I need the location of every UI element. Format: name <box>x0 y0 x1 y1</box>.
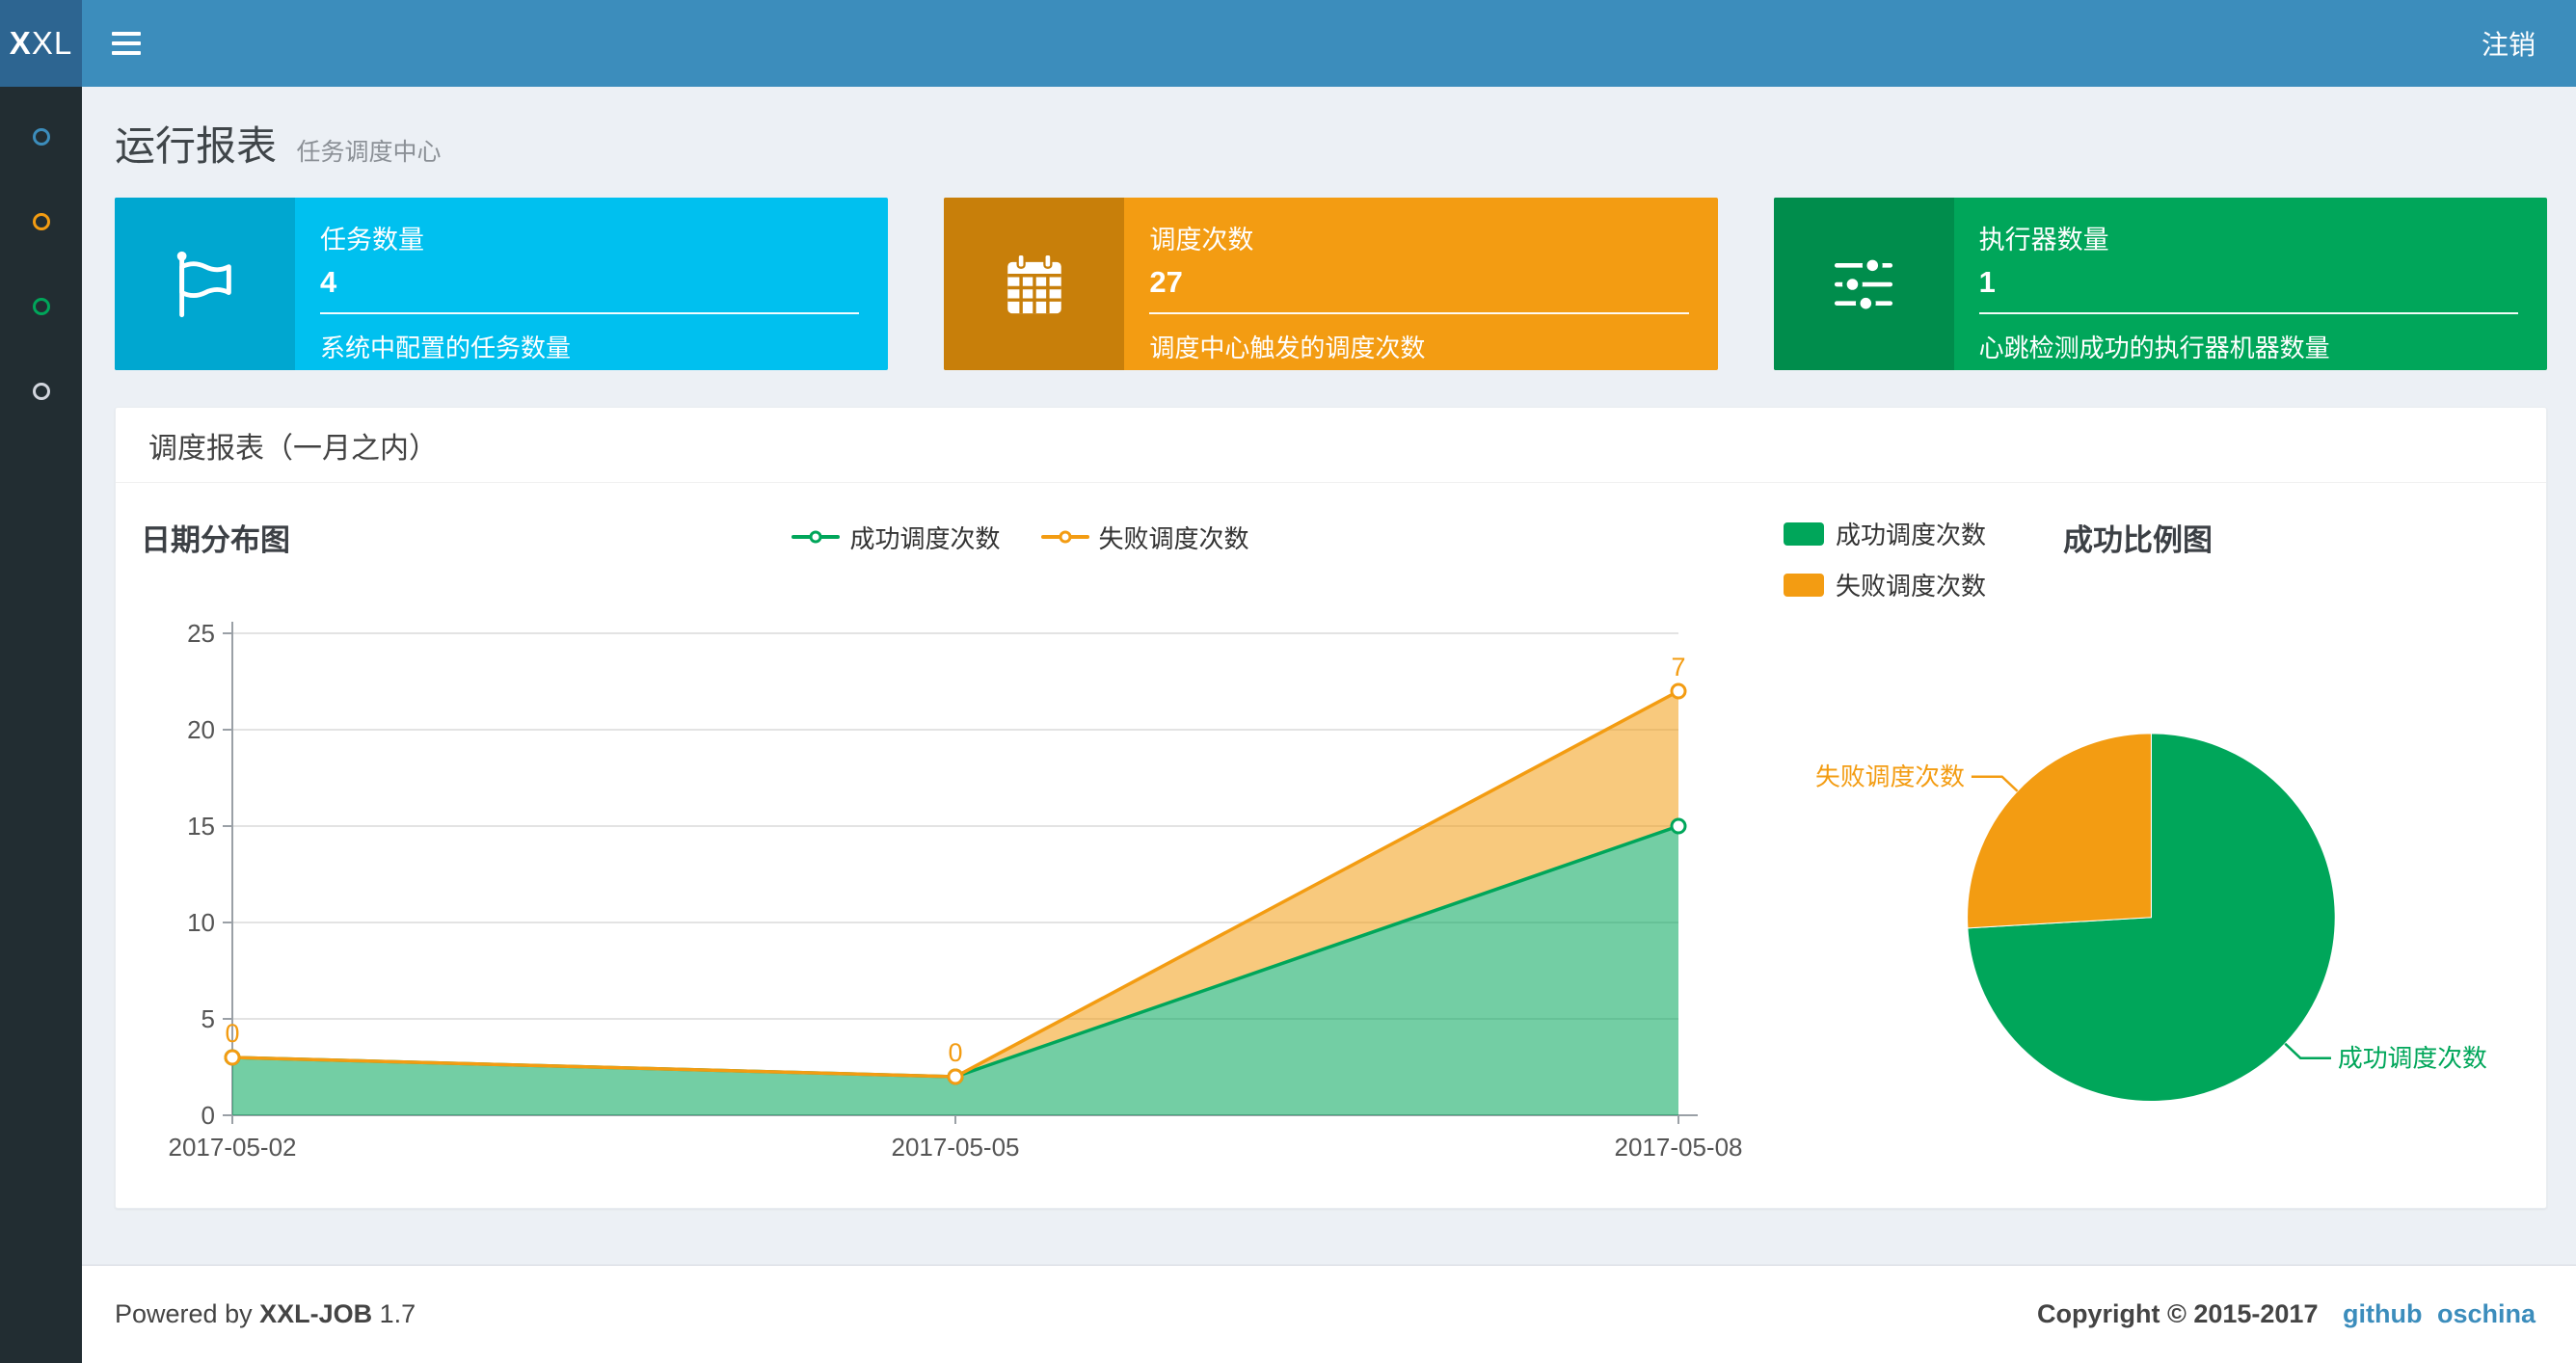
legend-item-fail[interactable]: 失败调度次数 <box>1784 567 1986 602</box>
svg-text:0: 0 <box>948 1038 962 1067</box>
footer-powered-by: Powered by XXL-JOB 1.7 <box>115 1299 416 1328</box>
svg-text:0: 0 <box>201 1101 215 1130</box>
legend-label: 失败调度次数 <box>1098 523 1249 553</box>
version: 1.7 <box>379 1299 416 1328</box>
success-ratio-chart-block: 成功调度次数 失败调度次数 成功比例图 成功调度次数 失败调度次数 <box>1751 508 2527 1183</box>
panel-title: 调度报表（一月之内） <box>116 408 2546 483</box>
pie-chart-legend: 成功调度次数 失败调度次数 <box>1784 516 1986 602</box>
svg-text:0: 0 <box>225 1019 239 1048</box>
svg-text:5: 5 <box>201 1004 215 1033</box>
svg-text:失败调度次数: 失败调度次数 <box>1815 763 1965 791</box>
brand-name: XXL-JOB <box>259 1299 373 1328</box>
content-header: 运行报表 任务调度中心 <box>82 87 2576 190</box>
legend-label: 成功调度次数 <box>849 523 1001 553</box>
sidebar <box>0 87 82 1363</box>
info-box-desc: 心跳检测成功的执行器机器数量 <box>1978 334 2330 362</box>
info-box-executors: 执行器数量 1 心跳检测成功的执行器机器数量 <box>1773 198 2547 370</box>
info-box-number: 1 <box>1978 265 1996 299</box>
divider <box>320 312 860 314</box>
circle-icon <box>32 383 50 400</box>
footer: Powered by XXL-JOB 1.7 Copyright © 2015-… <box>82 1265 2576 1363</box>
info-box-title: 执行器数量 <box>1978 226 2109 254</box>
svg-text:15: 15 <box>187 812 215 841</box>
svg-text:2017-05-08: 2017-05-08 <box>1615 1133 1743 1162</box>
oschina-link[interactable]: oschina <box>2437 1299 2536 1328</box>
github-link[interactable]: github <box>2343 1299 2422 1328</box>
line-marker-icon <box>1040 529 1089 545</box>
swatch-icon <box>1784 521 1824 546</box>
sliders-icon <box>1773 198 1954 370</box>
legend-item-success[interactable]: 成功调度次数 <box>1784 516 1986 551</box>
sidebar-item-1[interactable] <box>0 94 82 179</box>
top-navbar: X XL 注销 <box>0 0 2576 87</box>
sidebar-item-3[interactable] <box>0 264 82 349</box>
calendar-icon <box>944 198 1125 370</box>
info-box-desc: 调度中心触发的调度次数 <box>1149 334 1426 362</box>
stacked-area-chart: 05101520252017-05-02 2017-05-05 2017-05-08… <box>169 619 1743 1162</box>
panel-body: 日期分布图 成功调度次数 失败调度次数 0 5 10 15 20 25 2017… <box>116 483 2546 1208</box>
swatch-icon <box>1784 573 1824 597</box>
info-box-number: 27 <box>1149 265 1183 299</box>
main-content: 运行报表 任务调度中心 任务数量 4 系统中配置的任务数量 调度次数 27 调度… <box>82 87 2576 1363</box>
info-box-body: 执行器数量 1 心跳检测成功的执行器机器数量 <box>1954 198 2547 370</box>
legend-label: 失败调度次数 <box>1836 572 1987 601</box>
legend-item-fail[interactable]: 失败调度次数 <box>1040 520 1249 555</box>
svg-text:25: 25 <box>187 619 215 648</box>
logo-text-bold: X <box>9 25 32 61</box>
info-box-desc: 系统中配置的任务数量 <box>320 334 572 362</box>
divider <box>1978 312 2518 314</box>
circle-icon <box>32 298 50 315</box>
pie-chart-title: 成功比例图 <box>2063 523 2214 557</box>
svg-text:7: 7 <box>1671 653 1685 682</box>
line-marker-icon <box>792 529 841 545</box>
svg-text:2017-05-02: 2017-05-02 <box>169 1133 297 1162</box>
pie-chart-header: 成功调度次数 失败调度次数 成功比例图 <box>1751 508 2527 602</box>
info-box-title: 任务数量 <box>320 226 424 254</box>
logo-text: XL <box>31 25 73 61</box>
circle-icon <box>32 128 50 146</box>
sidebar-item-4[interactable] <box>0 349 82 434</box>
footer-copyright: Copyright © 2015-2017 github oschina <box>2037 1299 2536 1329</box>
info-box-body: 任务数量 4 系统中配置的任务数量 <box>295 198 888 370</box>
bars-icon <box>112 26 141 61</box>
info-box-number: 4 <box>320 265 337 299</box>
sidebar-toggle-button[interactable] <box>95 0 157 87</box>
svg-text:20: 20 <box>187 715 215 744</box>
page-subtitle: 任务调度中心 <box>296 139 442 166</box>
report-panel: 调度报表（一月之内） 日期分布图 成功调度次数 失败调度次数 0 5 10 15… <box>115 407 2547 1209</box>
svg-text:成功调度次数: 成功调度次数 <box>2338 1045 2487 1073</box>
divider <box>1149 312 1689 314</box>
legend-item-success[interactable]: 成功调度次数 <box>792 520 1001 555</box>
info-box-jobs: 任务数量 4 系统中配置的任务数量 <box>115 198 889 370</box>
logout-link[interactable]: 注销 <box>2441 0 2576 87</box>
info-box-triggers: 调度次数 27 调度中心触发的调度次数 <box>944 198 1718 370</box>
page-title: 运行报表 <box>115 123 278 169</box>
line-chart-legend: 成功调度次数 失败调度次数 <box>290 520 1751 555</box>
pie-chart: 成功调度次数 失败调度次数 <box>1815 733 2487 1102</box>
info-box-title: 调度次数 <box>1149 226 1254 254</box>
date-distribution-chart-block: 日期分布图 成功调度次数 失败调度次数 0 5 10 15 20 25 2017… <box>141 508 1751 1183</box>
line-chart-header: 日期分布图 成功调度次数 失败调度次数 <box>141 508 1751 566</box>
circle-icon <box>32 213 50 230</box>
flag-icon <box>115 198 295 370</box>
sidebar-item-2[interactable] <box>0 179 82 264</box>
info-box-body: 调度次数 27 调度中心触发的调度次数 <box>1124 198 1717 370</box>
line-chart-title: 日期分布图 <box>141 522 290 557</box>
legend-label: 成功调度次数 <box>1836 521 1987 549</box>
stat-boxes-row: 任务数量 4 系统中配置的任务数量 调度次数 27 调度中心触发的调度次数 执行… <box>82 190 2576 370</box>
logo[interactable]: X XL <box>0 0 82 87</box>
copyright-text: Copyright © 2015-2017 <box>2036 1299 2319 1328</box>
svg-text:10: 10 <box>187 908 215 937</box>
svg-text:2017-05-05: 2017-05-05 <box>892 1133 1020 1162</box>
